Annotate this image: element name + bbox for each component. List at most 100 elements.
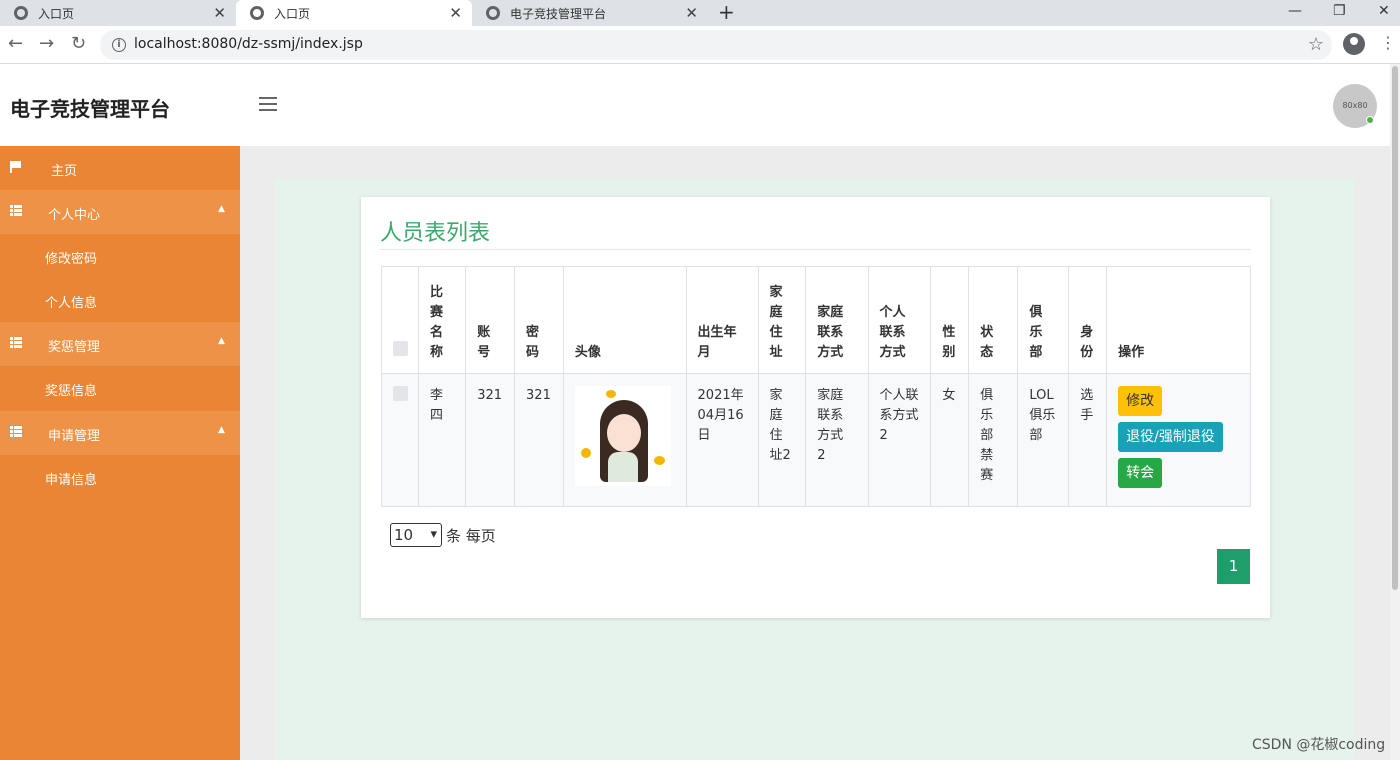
page-title: 人员表列表 <box>380 221 491 246</box>
info-icon[interactable]: i <box>112 38 126 52</box>
column-header: 身份 <box>1068 266 1108 374</box>
scrollbar-thumb[interactable] <box>1392 66 1398 590</box>
page-button-current[interactable]: 1 <box>1217 549 1250 584</box>
caret-up-icon: ▲ <box>218 204 225 214</box>
select-all-header[interactable] <box>381 266 419 374</box>
app-header: 电子竞技管理平台 80x80 <box>0 64 1390 146</box>
edit-button[interactable]: 修改 <box>1118 386 1163 416</box>
select-all-checkbox[interactable] <box>393 341 408 356</box>
page-size-select[interactable]: 10 <box>390 523 442 547</box>
sidebar-item-reward-info[interactable]: 奖惩信息 <box>0 366 240 410</box>
row-checkbox[interactable] <box>393 386 408 401</box>
avatar-photo <box>574 386 671 486</box>
profile-icon[interactable] <box>1343 33 1365 55</box>
tab-close-icon[interactable]: ✕ <box>449 4 462 22</box>
sidebar-item-personal-info[interactable]: 个人信息 <box>0 278 240 322</box>
column-header: 性别 <box>930 266 970 374</box>
sidebar-group-reward-punishment[interactable]: 奖惩管理 ▲ <box>0 322 240 366</box>
app-title: 电子竞技管理平台 <box>10 97 170 121</box>
column-header: 俱乐部 <box>1017 266 1070 374</box>
column-header: 头像 <box>562 266 687 374</box>
table-header-row: 比赛名称 账号 密码 头像 出生年月 家庭住址 家庭联系方式 个人联系方式 性别… <box>381 266 1251 374</box>
address-bar[interactable]: i localhost:8080/dz-ssmj/index.jsp ☆ <box>100 30 1332 60</box>
grid-icon <box>10 205 22 217</box>
tab-title: 入口页 <box>274 6 311 21</box>
column-header: 密码 <box>514 266 564 374</box>
sidebar-item-label: 个人信息 <box>45 296 98 311</box>
cell-role: 选手 <box>1068 373 1108 507</box>
browser-tab-strip: 入口页 ✕ 入口页 ✕ 电子竞技管理平台 ✕ + — ❐ ✕ <box>0 0 1400 26</box>
column-header: 个人联系方式 <box>867 266 932 374</box>
globe-icon <box>486 6 500 20</box>
page-size-control: 10 条 每页 <box>390 523 496 547</box>
cell-password: 321 <box>514 373 564 507</box>
cell-avatar <box>562 373 687 507</box>
page-scrollbar[interactable] <box>1390 64 1400 760</box>
minimize-icon[interactable]: — <box>1288 2 1302 20</box>
sidebar-group-label: 个人中心 <box>48 208 101 223</box>
forward-icon[interactable]: → <box>39 34 54 54</box>
cell-birth: 2021年04月16日 <box>685 373 759 507</box>
window-close-icon[interactable]: ✕ <box>1378 2 1390 20</box>
url-text[interactable]: localhost:8080/dz-ssmj/index.jsp <box>134 36 363 52</box>
back-icon[interactable]: ← <box>8 34 23 54</box>
personnel-table: 比赛名称 账号 密码 头像 出生年月 家庭住址 家庭联系方式 个人联系方式 性别… <box>381 266 1251 507</box>
sidebar-item-label: 奖惩信息 <box>45 384 98 399</box>
sidebar-group-application[interactable]: 申请管理 ▲ <box>0 411 240 455</box>
bookmark-star-icon[interactable]: ☆ <box>1308 34 1324 55</box>
browser-toolbar: ← → ↻ i localhost:8080/dz-ssmj/index.jsp… <box>0 26 1400 64</box>
column-header: 操作 <box>1106 266 1251 374</box>
new-tab-icon[interactable]: + <box>718 1 735 23</box>
cell-name: 李四 <box>417 373 467 507</box>
globe-icon <box>14 6 28 20</box>
sidebar-group-personal-center[interactable]: 个人中心 ▲ <box>0 190 240 234</box>
online-status-dot <box>1366 116 1374 124</box>
browser-menu-icon[interactable]: ⋮ <box>1380 32 1396 54</box>
cell-personal-contact: 个人联系方式2 <box>867 373 932 507</box>
caret-up-icon: ▲ <box>218 336 225 346</box>
cell-address: 家庭住址2 <box>757 373 807 507</box>
sidebar-item-label: 修改密码 <box>45 252 98 267</box>
tab-title: 电子竞技管理平台 <box>510 6 607 21</box>
caret-up-icon: ▲ <box>218 425 225 435</box>
column-header: 比赛名称 <box>417 266 467 374</box>
globe-icon <box>250 6 264 20</box>
column-header: 家庭联系方式 <box>805 266 869 374</box>
table-row: 李四 321 321 2021年04月16日 家庭住址2 家庭联系方式2 个人联… <box>381 373 1251 507</box>
tab-close-icon[interactable]: ✕ <box>685 4 698 22</box>
tab-close-icon[interactable]: ✕ <box>213 4 226 22</box>
transfer-button[interactable]: 转会 <box>1118 458 1163 488</box>
flag-icon <box>10 161 22 173</box>
divider <box>380 249 1251 250</box>
list-card: 人员表列表 比赛名称 账号 密码 头像 出生年月 家庭住址 家庭联系方式 个人联… <box>361 197 1270 618</box>
sidebar-item-home[interactable]: 主页 <box>0 146 240 190</box>
sidebar: 主页 个人中心 ▲ 修改密码 个人信息 奖惩管理 ▲ 奖惩信息 申请管理 ▲ 申… <box>0 146 240 760</box>
row-select-cell[interactable] <box>381 373 419 507</box>
grid-icon <box>10 426 22 438</box>
cell-gender: 女 <box>930 373 970 507</box>
tab-title: 入口页 <box>38 6 75 21</box>
cell-home-contact: 家庭联系方式2 <box>805 373 869 507</box>
sidebar-group-label: 申请管理 <box>48 429 101 444</box>
column-header: 状态 <box>968 266 1019 374</box>
grid-icon <box>10 337 22 349</box>
column-header: 账号 <box>465 266 516 374</box>
watermark: CSDN @花椒coding <box>1252 737 1386 753</box>
browser-tab-active[interactable]: 入口页 ✕ <box>236 0 472 26</box>
sidebar-item-label: 申请信息 <box>45 473 98 488</box>
hamburger-menu-icon[interactable] <box>259 97 277 111</box>
cell-actions: 修改 退役/强制退役 转会 <box>1106 373 1251 507</box>
browser-tab[interactable]: 电子竞技管理平台 ✕ <box>472 0 708 26</box>
page-size-suffix: 条 每页 <box>446 526 496 545</box>
sidebar-group-label: 奖惩管理 <box>48 340 101 355</box>
sidebar-item-application-info[interactable]: 申请信息 <box>0 455 240 499</box>
reload-icon[interactable]: ↻ <box>71 34 86 54</box>
column-header: 家庭住址 <box>757 266 807 374</box>
column-header: 出生年月 <box>685 266 759 374</box>
browser-tab[interactable]: 入口页 ✕ <box>0 0 236 26</box>
retire-button[interactable]: 退役/强制退役 <box>1118 422 1223 452</box>
cell-account: 321 <box>465 373 516 507</box>
cell-club: LOL俱乐部 <box>1017 373 1070 507</box>
sidebar-item-change-password[interactable]: 修改密码 <box>0 234 240 278</box>
restore-icon[interactable]: ❐ <box>1333 2 1346 20</box>
